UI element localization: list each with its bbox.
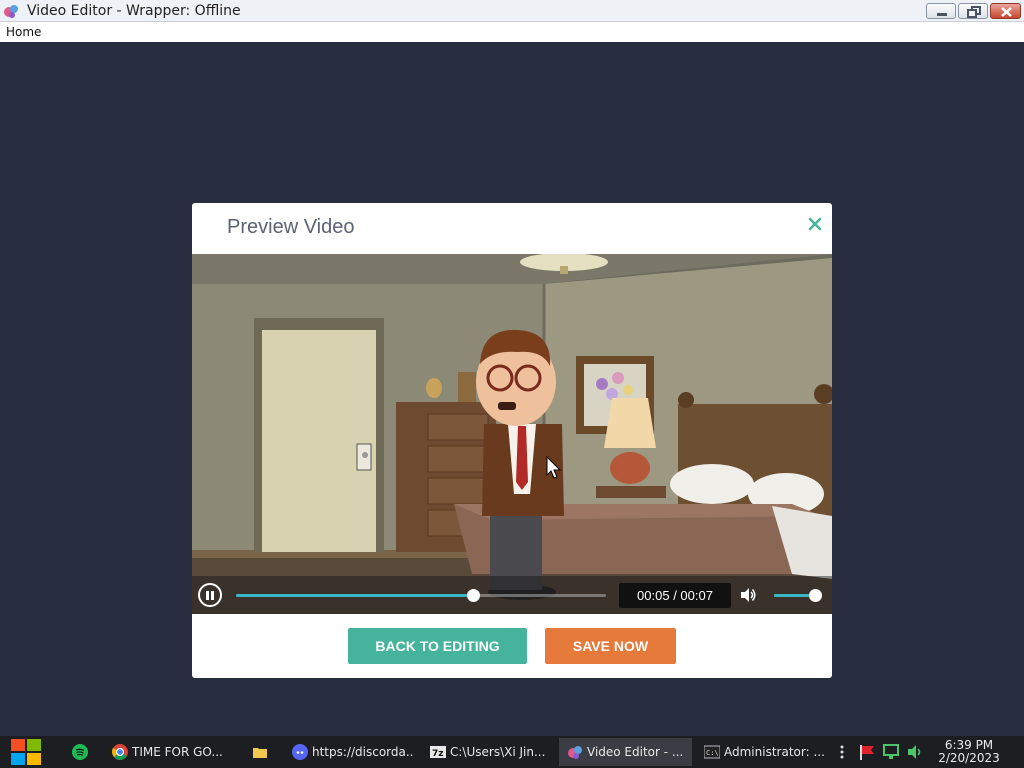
window-title: Video Editor - Wrapper: Offline [27,3,241,19]
modal-close-icon[interactable] [807,216,823,232]
discord-icon [292,744,308,760]
seek-bar[interactable] [236,589,606,602]
window-titlebar: Video Editor - Wrapper: Offline [0,0,1024,22]
volume-icon[interactable] [739,586,757,604]
taskbar-item-video-editor[interactable]: Video Editor - ... [559,738,692,766]
taskbar-item-label: Video Editor - ... [587,745,684,759]
save-now-button[interactable]: SAVE NOW [545,628,676,664]
speaker-icon[interactable] [906,744,924,760]
taskbar-item-label: C:\Users\Xi Jin... [450,745,546,759]
taskbar-item-chrome[interactable]: TIME FOR GO... [104,738,232,766]
svg-text:7z: 7z [432,749,444,759]
volume-slider[interactable] [774,589,822,602]
pause-button[interactable] [198,583,222,607]
console-icon: C:\ [704,745,720,759]
close-icon [1001,7,1012,17]
close-window-button[interactable] [990,3,1021,19]
clock-date: 2/20/2023 [938,751,1000,765]
taskbar-item-discord[interactable]: https://discorda... [284,738,414,766]
minimize-button[interactable] [926,3,956,19]
minimize-icon [937,13,947,16]
system-clock[interactable]: 6:39 PM 2/20/2023 [934,739,1004,765]
taskbar-item-console[interactable]: C:\ Administrator: ... [696,738,826,766]
pause-icon-bar [211,591,214,600]
taskbar-item-label: https://discorda... [312,745,414,759]
7zip-icon: 7z [430,746,446,759]
modal-title: Preview Video [227,216,355,238]
video-frame[interactable]: 00:05 / 00:07 [192,254,832,614]
wrapper-app-icon [4,5,18,18]
svg-text:C:\: C:\ [706,749,719,757]
menu-home[interactable]: Home [6,25,41,39]
wrapper-icon [568,746,582,759]
taskbar-item-label: TIME FOR GO... [132,745,223,759]
taskbar: TIME FOR GO... https://discorda... 7z C:… [0,736,1024,768]
spotify-icon[interactable] [72,744,88,760]
taskbar-item-label: Administrator: ... [724,745,825,759]
seek-bar-handle[interactable] [466,589,480,602]
network-icon[interactable] [882,744,900,760]
windows-start-icon[interactable] [8,738,44,766]
flag-icon[interactable] [858,744,876,760]
volume-handle[interactable] [808,589,822,602]
back-to-editing-button[interactable]: BACK TO EDITING [348,628,527,664]
overflow-menu-icon[interactable] [838,744,846,760]
taskbar-item-7zip[interactable]: 7z C:\Users\Xi Jin... [422,738,552,766]
pause-icon [206,591,209,600]
chrome-icon [112,744,128,760]
folder-icon[interactable] [252,744,268,760]
time-display: 00:05 / 00:07 [619,583,731,608]
video-controls: 00:05 / 00:07 [192,576,832,614]
seek-bar-progress [236,594,473,597]
preview-video-modal: Preview Video 00:05 / 00:07 BACK TO EDIT… [192,203,832,678]
menu-bar: Home [0,22,1024,42]
restore-icon [967,6,981,18]
video-scene-image [192,254,832,614]
restore-button[interactable] [958,3,988,19]
